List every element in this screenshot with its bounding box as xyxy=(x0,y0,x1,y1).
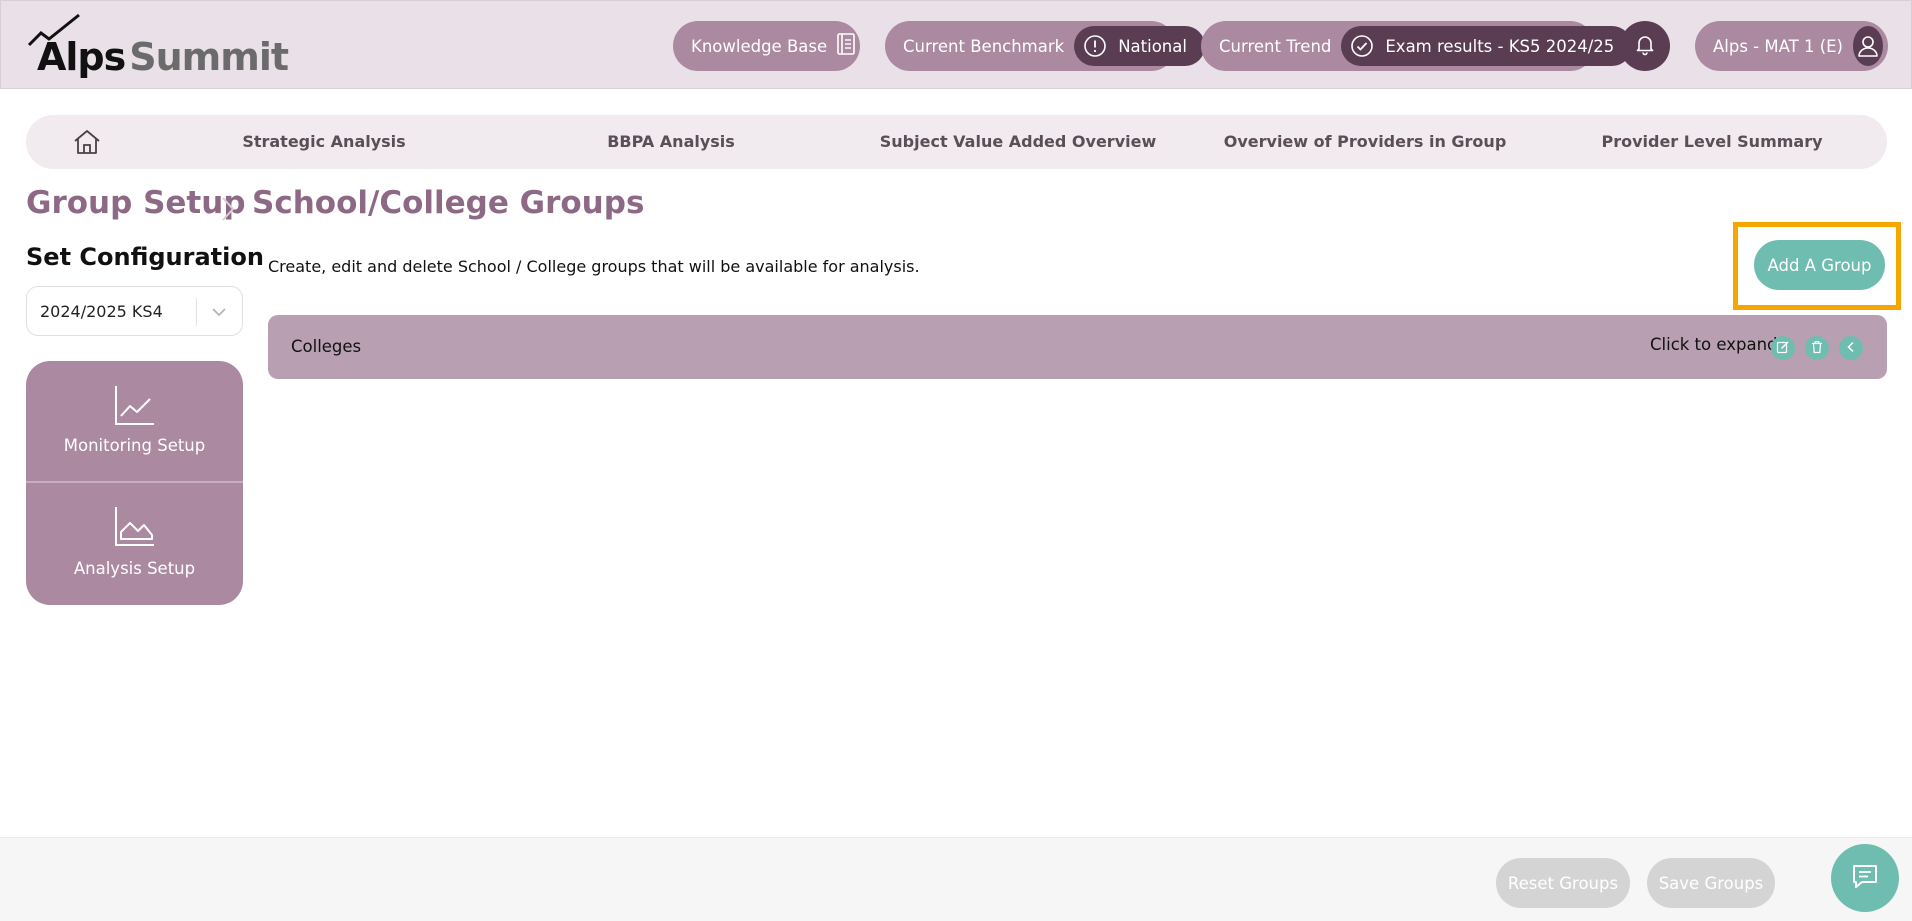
save-groups-button[interactable]: Save Groups xyxy=(1647,858,1775,908)
nav-strategic-analysis[interactable]: Strategic Analysis xyxy=(242,132,405,151)
alert-circle-icon xyxy=(1082,33,1108,59)
sidebar-item-analysis-setup[interactable]: Analysis Setup xyxy=(26,483,243,605)
page-description: Create, edit and delete School / College… xyxy=(268,257,920,276)
expand-group-button[interactable] xyxy=(1839,336,1863,360)
delete-group-button[interactable] xyxy=(1805,336,1829,360)
book-icon xyxy=(835,32,857,60)
page-title: School/College Groups xyxy=(252,185,645,221)
click-to-expand-label[interactable]: Click to expand xyxy=(1650,335,1778,354)
current-benchmark-label: Current Benchmark xyxy=(903,36,1065,56)
edit-group-button[interactable] xyxy=(1771,336,1795,360)
alps-summit-logo[interactable]: Alps Summit xyxy=(27,13,289,79)
sidebar-item-monitoring-setup[interactable]: Monitoring Setup xyxy=(26,361,243,483)
knowledge-base-button[interactable]: Knowledge Base xyxy=(673,21,860,71)
main-navigation: Strategic Analysis BBPA Analysis Subject… xyxy=(26,115,1887,169)
area-chart-icon xyxy=(112,505,156,549)
select-divider xyxy=(196,298,197,326)
nav-provider-level-summary[interactable]: Provider Level Summary xyxy=(1601,132,1822,151)
trash-icon xyxy=(1810,339,1824,358)
chat-icon xyxy=(1850,862,1880,894)
current-benchmark-selector[interactable]: Current Benchmark National xyxy=(885,21,1205,71)
trend-value: Exam results - KS5 2024/25 xyxy=(1385,36,1615,56)
benchmark-value: National xyxy=(1118,36,1187,56)
breadcrumb-group-setup[interactable]: Group Setup xyxy=(26,185,246,221)
knowledge-base-label: Knowledge Base xyxy=(691,36,828,56)
add-group-button[interactable]: Add A Group xyxy=(1754,240,1885,290)
logo-alps-text: Alps xyxy=(37,35,126,79)
configuration-select-value: 2024/2025 KS4 xyxy=(40,302,163,321)
current-trend-label: Current Trend xyxy=(1219,36,1332,56)
group-row-colleges[interactable]: Colleges Click to expand xyxy=(268,315,1887,379)
benchmark-value-chip[interactable]: National xyxy=(1074,26,1205,66)
trend-value-chip[interactable]: Exam results - KS5 2024/25 xyxy=(1341,26,1633,66)
reset-groups-button[interactable]: Reset Groups xyxy=(1496,858,1630,908)
bell-icon xyxy=(1633,32,1657,60)
chevron-left-icon xyxy=(1844,339,1858,358)
nav-overview-of-providers[interactable]: Overview of Providers in Group xyxy=(1224,132,1507,151)
home-icon[interactable] xyxy=(72,128,102,156)
footer-bar: Reset Groups Save Groups xyxy=(0,837,1912,921)
edit-icon xyxy=(1776,339,1790,358)
setup-menu: Monitoring Setup Analysis Setup xyxy=(26,361,243,605)
group-name: Colleges xyxy=(291,337,362,356)
user-avatar-icon xyxy=(1853,26,1883,66)
top-header: Alps Summit Knowledge Base Current Benchm… xyxy=(0,0,1912,89)
sidebar-item-label: Monitoring Setup xyxy=(63,436,206,455)
check-circle-icon xyxy=(1349,33,1375,59)
current-trend-selector[interactable]: Current Trend Exam results - KS5 2024/25 xyxy=(1201,21,1633,71)
line-chart-icon xyxy=(112,384,156,428)
configuration-select[interactable]: 2024/2025 KS4 xyxy=(26,286,243,336)
chevron-right-icon xyxy=(218,194,238,224)
user-label: Alps - MAT 1 (E) xyxy=(1713,36,1843,56)
sidebar-item-label: Analysis Setup xyxy=(73,559,196,578)
logo-summit-text: Summit xyxy=(129,35,289,79)
chevron-down-icon[interactable] xyxy=(208,301,230,323)
nav-subject-value-added-overview[interactable]: Subject Value Added Overview xyxy=(880,132,1157,151)
user-menu-button[interactable]: Alps - MAT 1 (E) xyxy=(1695,21,1888,71)
chat-support-button[interactable] xyxy=(1831,844,1899,912)
nav-bbpa-analysis[interactable]: BBPA Analysis xyxy=(607,132,735,151)
notifications-button[interactable] xyxy=(1620,21,1670,71)
set-configuration-heading: Set Configuration xyxy=(26,243,264,271)
